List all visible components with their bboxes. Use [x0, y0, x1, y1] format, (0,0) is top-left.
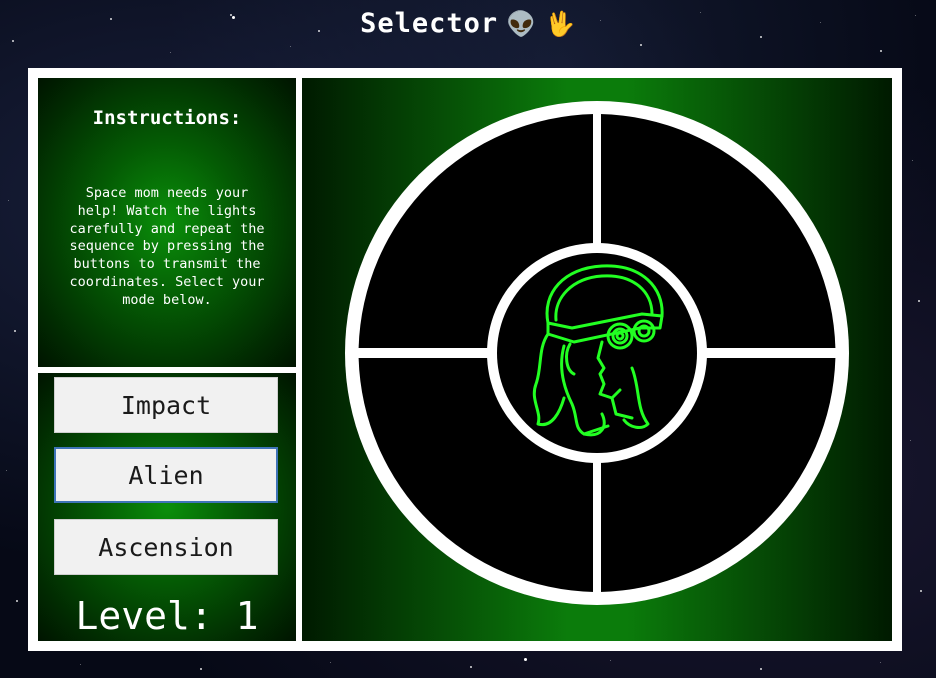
game-board — [302, 78, 892, 641]
instructions-panel: Instructions: Space mom needs your help!… — [38, 78, 296, 367]
center-hub — [497, 253, 697, 453]
simon-board — [345, 101, 849, 605]
alien-icon: 👽 — [506, 10, 538, 38]
page-title: Selector 👽 🖖 — [0, 8, 936, 39]
instructions-text: Space mom needs your help! Watch the lig… — [69, 185, 265, 308]
mode-controls-panel: Impact Alien Ascension Level: 1 — [38, 373, 296, 641]
vulcan-salute-icon: 🖖 — [545, 10, 576, 38]
game-frame: Instructions: Space mom needs your help!… — [28, 68, 902, 651]
title-text: Selector — [360, 8, 499, 39]
mode-ascension-button[interactable]: Ascension — [54, 519, 278, 575]
mode-impact-button[interactable]: Impact — [54, 377, 278, 433]
level-indicator: Level: 1 — [75, 594, 259, 638]
mode-alien-button[interactable]: Alien — [54, 447, 278, 503]
instructions-heading: Instructions: — [92, 107, 242, 129]
